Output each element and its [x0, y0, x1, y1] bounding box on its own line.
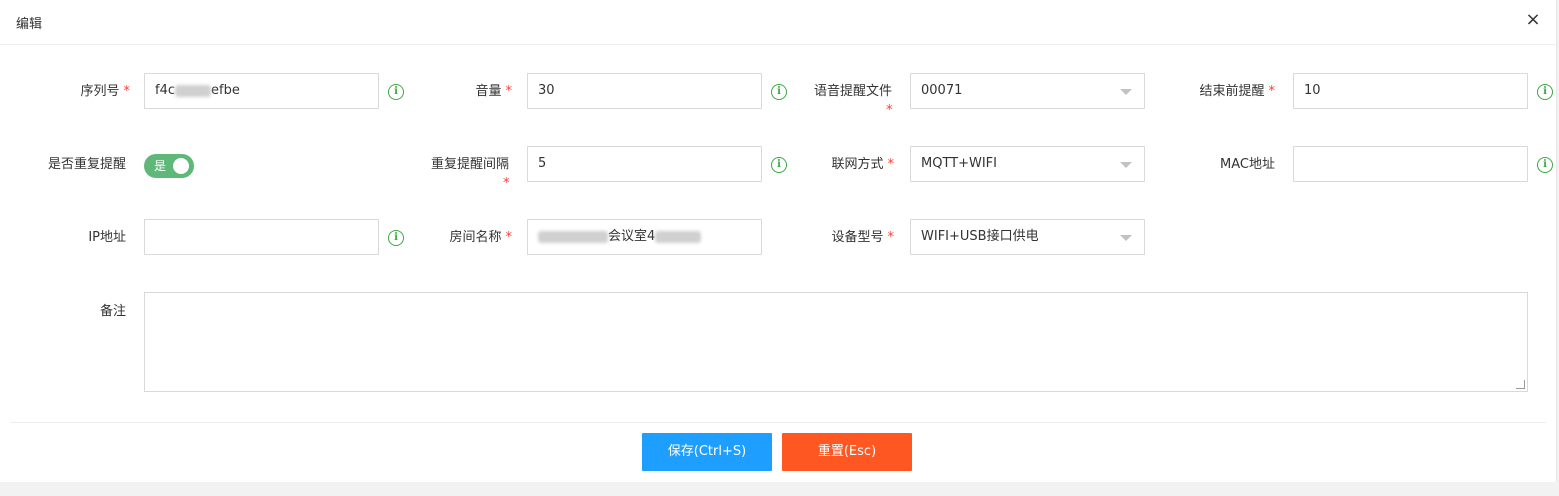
end-reminder-label: 结束前提醒 *: [1199, 84, 1276, 99]
serial-input[interactable]: f4c efbe: [144, 73, 379, 109]
redacted-text: [175, 84, 211, 97]
voice-file-label: 语音提醒文件: [813, 84, 892, 99]
redacted-text: [655, 230, 702, 243]
serial-label: 序列号 *: [80, 84, 131, 99]
voice-file-value: 00071: [921, 83, 963, 98]
required-mark: *: [886, 103, 893, 118]
serial-value-end: efbe: [211, 83, 240, 98]
required-mark: *: [123, 84, 131, 99]
voice-file-select[interactable]: 00071: [910, 73, 1145, 109]
room-name-label: 房间名称 *: [449, 230, 513, 245]
remark-textarea[interactable]: [144, 292, 1528, 392]
remark-label: 备注: [99, 304, 126, 319]
required-mark: *: [503, 176, 510, 191]
mac-label: MAC地址: [1220, 157, 1275, 172]
device-model-select[interactable]: WIFI+USB接口供电: [910, 219, 1145, 255]
edit-dialog: 编辑 × 序列号 * f4c efbe i 音量 * 30 i 语音提醒文件 * 00…: [0, 0, 1557, 482]
close-icon[interactable]: ×: [1524, 10, 1542, 30]
repeat-reminder-label: 是否重复提醒: [47, 157, 126, 172]
required-mark: *: [887, 157, 895, 172]
repeat-interval-input[interactable]: 5: [527, 146, 762, 182]
device-model-label: 设备型号 *: [831, 230, 895, 245]
redacted-text: [538, 230, 608, 243]
volume-input[interactable]: 30: [527, 73, 762, 109]
network-mode-value: MQTT+WIFI: [921, 156, 997, 171]
chevron-down-icon: [1120, 235, 1132, 241]
info-icon[interactable]: i: [1537, 157, 1553, 173]
ip-label: IP地址: [88, 230, 126, 245]
repeat-interval-label: 重复提醒间隔: [430, 157, 509, 172]
required-mark: *: [505, 230, 513, 245]
chevron-down-icon: [1120, 89, 1132, 95]
save-button[interactable]: 保存(Ctrl+S): [642, 433, 772, 471]
toggle-knob: [173, 158, 189, 174]
serial-value-start: f4c: [155, 83, 175, 98]
required-mark: *: [1268, 84, 1276, 99]
required-mark: *: [505, 84, 513, 99]
repeat-reminder-toggle[interactable]: 是: [144, 154, 194, 178]
network-mode-select[interactable]: MQTT+WIFI: [910, 146, 1145, 182]
device-model-value: WIFI+USB接口供电: [921, 229, 1039, 244]
network-mode-label: 联网方式 *: [831, 157, 895, 172]
room-name-value: 会议室4: [608, 229, 656, 244]
chevron-down-icon: [1120, 162, 1132, 168]
ip-input[interactable]: [144, 219, 379, 255]
info-icon[interactable]: i: [1537, 84, 1553, 100]
end-reminder-input[interactable]: 10: [1293, 73, 1528, 109]
toggle-text: 是: [154, 159, 167, 173]
dialog-title: 编辑: [16, 17, 43, 32]
dialog-header: 编辑 ×: [0, 0, 1556, 45]
required-mark: *: [887, 230, 895, 245]
resize-handle-icon[interactable]: [1516, 380, 1525, 389]
footer-divider: [10, 422, 1546, 423]
mac-input[interactable]: [1293, 146, 1528, 182]
reset-button[interactable]: 重置(Esc): [782, 433, 912, 471]
volume-label: 音量 *: [475, 84, 513, 99]
room-name-input[interactable]: 会议室4: [527, 219, 762, 255]
